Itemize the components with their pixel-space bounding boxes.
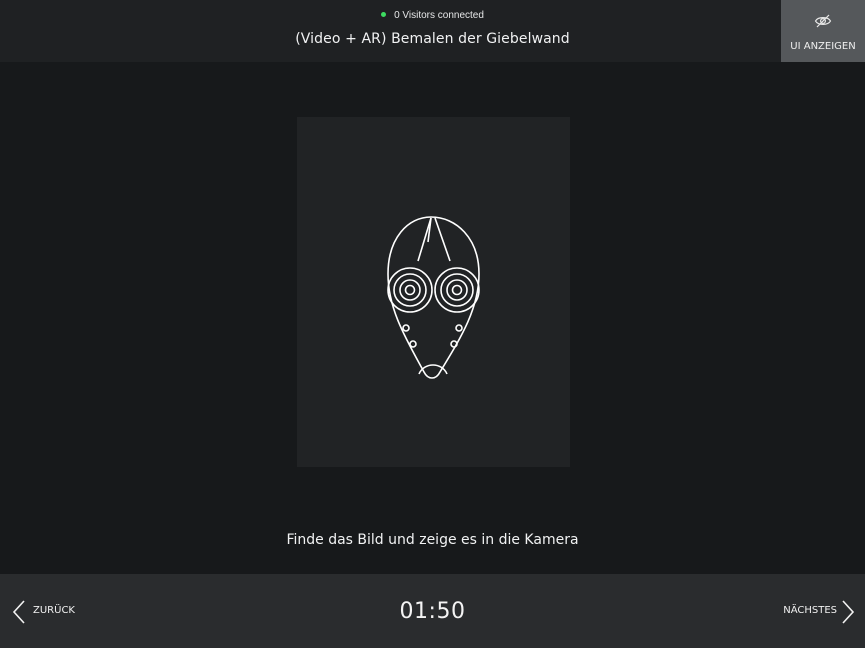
eye-slash-icon — [781, 13, 865, 32]
visitors-text: 0 Visitors connected — [394, 10, 484, 21]
page-title: (Video + AR) Bemalen der Giebelwand — [295, 31, 570, 47]
ar-screen: 0 Visitors connected (Video + AR) Bemale… — [0, 0, 865, 648]
next-label: NÄCHSTES — [783, 605, 837, 616]
connection-status-dot — [381, 12, 387, 17]
chevron-right-icon — [842, 600, 855, 624]
visitors-status: 0 Visitors connected — [0, 10, 865, 21]
next-button[interactable]: NÄCHSTES — [765, 597, 855, 627]
instruction-text: Finde das Bild und zeige es in die Kamer… — [286, 532, 579, 548]
top-bar: 0 Visitors connected (Video + AR) Bemale… — [0, 0, 865, 62]
show-ui-button[interactable]: UI ANZEIGEN — [781, 0, 865, 62]
show-ui-label: UI ANZEIGEN — [790, 41, 856, 52]
marker-card — [297, 117, 570, 467]
countdown-timer: 01:50 — [399, 599, 466, 624]
bottom-bar: ZURÜCK 01:50 NÄCHSTES — [0, 574, 865, 648]
mask-marker-image — [387, 216, 480, 379]
